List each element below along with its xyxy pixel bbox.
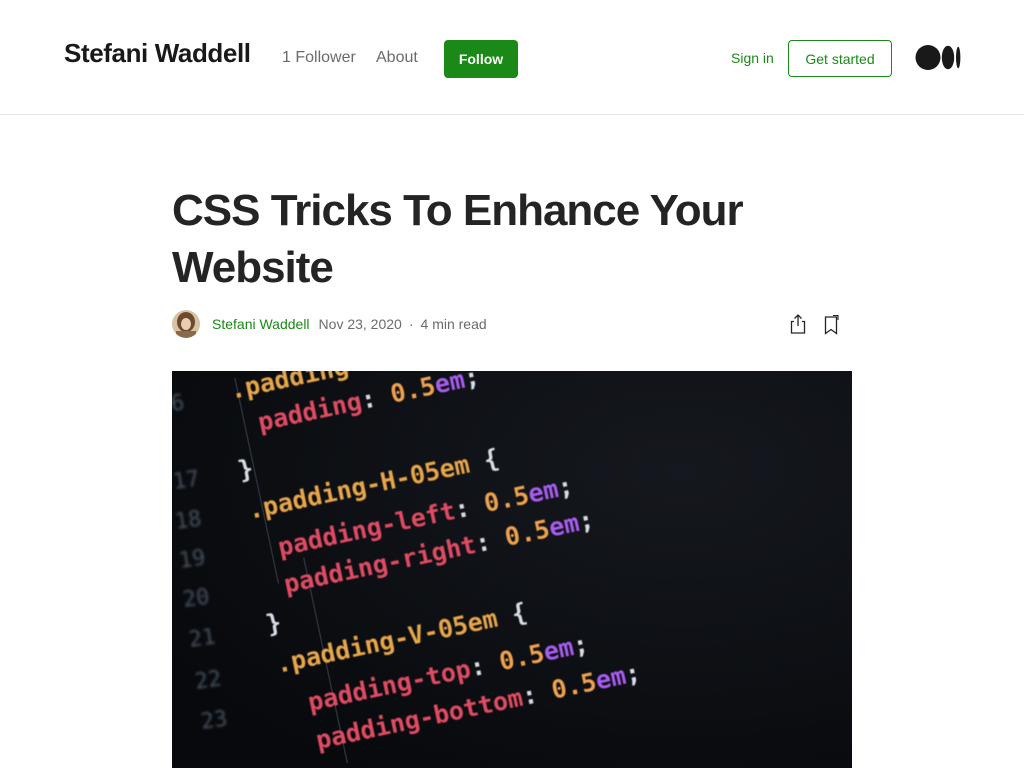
article-title: CSS Tricks To Enhance Your Website — [172, 186, 744, 292]
share-icon[interactable] — [788, 313, 808, 335]
publish-date: Nov 23, 2020 — [318, 316, 402, 332]
meta-separator: · — [408, 316, 414, 332]
sign-in-link[interactable]: Sign in — [731, 50, 774, 66]
code-line-number: 19 — [177, 545, 207, 573]
followers-link[interactable]: 1 Follower — [282, 49, 356, 67]
code-line-number: 21 — [187, 624, 217, 652]
author-avatar[interactable] — [172, 310, 200, 338]
follow-button[interactable]: Follow — [444, 40, 518, 78]
about-link[interactable]: About — [376, 49, 418, 67]
code-line-number: 17 — [172, 466, 201, 494]
get-started-button[interactable]: Get started — [788, 40, 892, 77]
code-line-number: 18 — [173, 506, 203, 534]
code-line-number: 23 — [199, 706, 229, 734]
bookmark-icon[interactable] — [822, 314, 840, 336]
author-name[interactable]: Stefani Waddell — [212, 316, 310, 332]
read-time: 4 min read — [420, 316, 487, 332]
hero-image: 6 17 18 19 20 21 22 23 .padding padding: 0.5em;}… — [172, 371, 852, 768]
publication-name[interactable]: Stefani Waddell — [64, 38, 251, 69]
article-meta: Stefani Waddell Nov 23, 2020 · 4 min rea… — [172, 310, 487, 338]
top-navigation-bar: Stefani Waddell 1 Follower About Follow … — [0, 0, 1024, 115]
medium-logo-icon[interactable] — [915, 44, 961, 71]
code-line-number: 22 — [193, 666, 223, 694]
code-line-number: 20 — [181, 584, 211, 612]
